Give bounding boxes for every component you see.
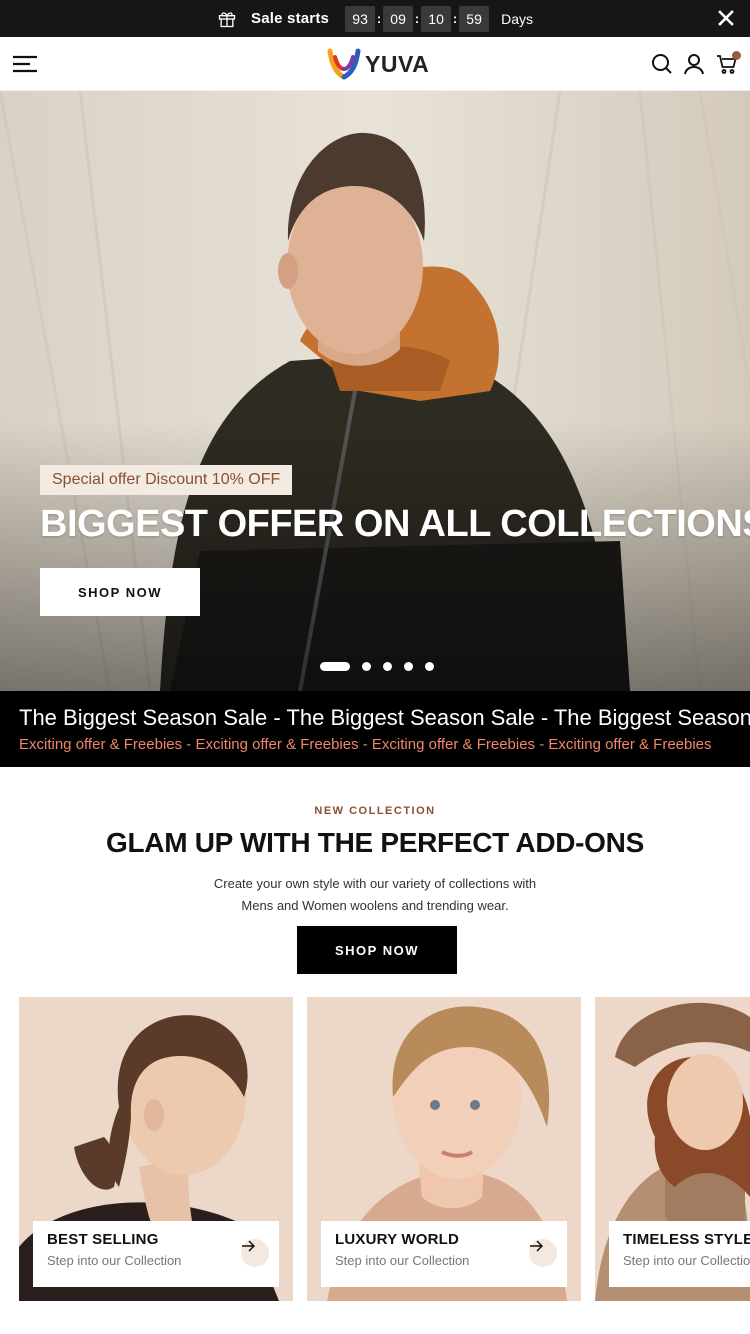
countdown-minutes: 10 bbox=[421, 5, 452, 32]
arrow-right-icon bbox=[530, 1240, 543, 1252]
account-icon[interactable] bbox=[683, 53, 705, 75]
announcement-bar: Sale starts 93 : 09 : 10 : 59 Days bbox=[0, 0, 750, 37]
countdown-seconds: 59 bbox=[459, 5, 490, 32]
card-info: TIMELESS STYLE Step into our Collection bbox=[609, 1221, 750, 1287]
slider-dot-1[interactable] bbox=[320, 662, 350, 671]
card-info: LUXURY WORLD Step into our Collection bbox=[321, 1221, 567, 1287]
hero-title: BIGGEST OFFER ON ALL COLLECTIONS bbox=[40, 503, 750, 545]
close-icon[interactable] bbox=[716, 8, 736, 28]
card-title: LUXURY WORLD bbox=[335, 1231, 460, 1248]
card-title: BEST SELLING bbox=[47, 1231, 159, 1248]
countdown-separator: : bbox=[376, 11, 382, 26]
promo-marquee: The Biggest Season Sale - The Biggest Se… bbox=[0, 691, 750, 767]
section-description-line: Mens and Women woolens and trending wear… bbox=[241, 898, 509, 913]
section-description-line: Create your own style with our variety o… bbox=[213, 876, 537, 891]
card-title: TIMELESS STYLE bbox=[623, 1231, 750, 1248]
offer-tag: Special offer Discount 10% OFF bbox=[40, 465, 293, 495]
logo-text: YUVA bbox=[365, 50, 430, 77]
countdown-separator: : bbox=[414, 11, 420, 26]
card-arrow-button[interactable] bbox=[241, 1239, 269, 1267]
marquee-headline: The Biggest Season Sale - The Biggest Se… bbox=[19, 705, 750, 730]
countdown-hours: 09 bbox=[383, 5, 414, 32]
arrow-right-icon bbox=[242, 1240, 255, 1252]
collection-card-luxury-world[interactable]: LUXURY WORLD Step into our Collection bbox=[307, 997, 581, 1301]
countdown-timer: 93 : 09 : 10 : 59 bbox=[345, 5, 490, 32]
hero-shop-now-button[interactable]: SHOP NOW bbox=[40, 568, 200, 616]
search-icon[interactable] bbox=[651, 53, 673, 75]
logo-mark-icon bbox=[327, 48, 361, 80]
logo[interactable]: YUVA bbox=[326, 47, 429, 81]
section-title: GLAM UP WITH THE PERFECT ADD-ONS bbox=[106, 827, 644, 858]
sale-starts-label: Sale starts bbox=[251, 10, 330, 27]
slider-dot-5[interactable] bbox=[425, 662, 434, 671]
collection-card-timeless-style[interactable]: TIMELESS STYLE Step into our Collection bbox=[595, 997, 750, 1301]
section-shop-now-button[interactable]: SHOP NOW bbox=[297, 926, 457, 974]
section-description: Create your own style with our variety o… bbox=[175, 873, 575, 917]
section-eyebrow: NEW COLLECTION bbox=[314, 805, 436, 817]
card-arrow-button[interactable] bbox=[529, 1239, 557, 1267]
gift-icon bbox=[218, 11, 236, 27]
slider-dot-2[interactable] bbox=[362, 662, 371, 671]
cart-badge bbox=[732, 51, 741, 60]
card-subtitle: Step into our Collection bbox=[335, 1253, 470, 1268]
card-subtitle: Step into our Collection bbox=[47, 1253, 182, 1268]
card-info: BEST SELLING Step into our Collection bbox=[33, 1221, 279, 1287]
card-subtitle: Step into our Collection bbox=[623, 1253, 750, 1268]
slider-dot-4[interactable] bbox=[404, 662, 413, 671]
slider-dot-3[interactable] bbox=[383, 662, 392, 671]
site-header: YUVA bbox=[0, 37, 750, 91]
countdown-days: 93 bbox=[345, 5, 376, 32]
collection-card-best-selling[interactable]: BEST SELLING Step into our Collection bbox=[19, 997, 293, 1301]
countdown-separator: : bbox=[452, 11, 458, 26]
menu-icon[interactable] bbox=[12, 54, 38, 74]
slider-dots bbox=[320, 662, 434, 671]
marquee-subline: Exciting offer & Freebies - Exciting off… bbox=[19, 736, 712, 753]
countdown-unit: Days bbox=[501, 10, 533, 27]
hero-slider: Special offer Discount 10% OFF BIGGEST O… bbox=[0, 91, 750, 691]
